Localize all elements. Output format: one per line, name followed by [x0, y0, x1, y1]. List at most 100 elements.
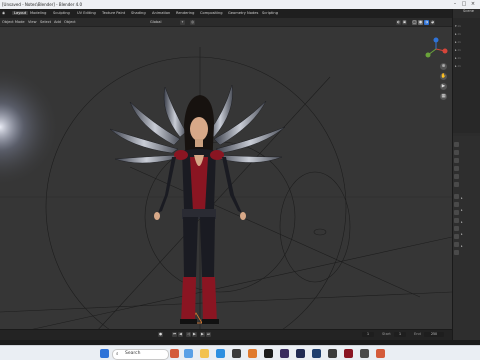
tab-rendering[interactable]: Rendering [176, 11, 194, 15]
play-reverse-icon[interactable]: ◁ [186, 332, 191, 337]
tab-modeling[interactable]: Modeling [30, 11, 46, 15]
outliner-row[interactable]: ▸ ▭ [455, 32, 479, 37]
taskbar-search-placeholder: Search [125, 351, 141, 356]
3d-viewport[interactable]: Select Box Options [0, 27, 452, 332]
properties-row[interactable]: ▸ [461, 208, 479, 213]
jump-end-icon[interactable]: ⏭ [206, 332, 211, 337]
properties-row[interactable]: ▸ [461, 232, 479, 237]
minimize-icon[interactable]: – [452, 1, 458, 7]
overlay-icon[interactable]: ◐ [396, 20, 401, 25]
play-icon[interactable]: ▶ [192, 332, 197, 337]
close-icon[interactable]: × [470, 1, 476, 7]
jump-start-icon[interactable]: ⏮ [172, 332, 177, 337]
outliner-row[interactable]: ▸ ▭ [455, 48, 479, 53]
properties-row[interactable]: ▸ [461, 196, 479, 201]
edge-browser-icon[interactable] [216, 349, 225, 358]
file-explorer-icon[interactable] [200, 349, 209, 358]
outliner-row[interactable]: ▸ ▭ [455, 56, 479, 61]
properties-row[interactable]: ▸ [461, 244, 479, 249]
xray-icon[interactable]: ▣ [402, 20, 407, 25]
tab-scripting[interactable]: Scripting [262, 11, 278, 15]
workspace-tab-bar: ◉ Layout Modeling Sculpting UV Editing T… [0, 9, 452, 18]
viewport-header: Object Mode View Select Add Object Globa… [0, 18, 452, 27]
outliner-row[interactable]: ▸ ▭ [455, 64, 479, 69]
app-icon-4[interactable] [296, 349, 305, 358]
tab-compositing[interactable]: Compositing [200, 11, 223, 15]
pan-hand-icon[interactable]: ✋ [440, 73, 447, 80]
app-icon-1[interactable] [232, 349, 241, 358]
scene-label[interactable]: Scene [463, 9, 474, 13]
blender-taskbar-icon[interactable] [248, 349, 257, 358]
windows-start-icon[interactable] [100, 349, 109, 358]
object-menu[interactable]: Object [64, 20, 76, 24]
texture-properties-icon[interactable] [454, 250, 459, 255]
material-shading-icon[interactable]: ◑ [424, 20, 429, 25]
search-icon: ⌕ [116, 352, 119, 357]
modifier-properties-icon[interactable] [454, 202, 459, 207]
outliner-row[interactable]: ▸ ▭ [455, 40, 479, 45]
blender-logo-icon[interactable]: ◉ [2, 11, 5, 15]
outliner[interactable]: ▾ ▭ ▸ ▭ ▸ ▭ ▸ ▭ ▸ ▭ ▸ ▭ [453, 18, 480, 133]
properties-row[interactable]: ▸ [461, 220, 479, 225]
start-frame-field[interactable]: 1 [394, 332, 406, 337]
data-properties-icon[interactable] [454, 234, 459, 239]
task-view-icon[interactable] [184, 349, 193, 358]
properties-editor[interactable]: ▸ ▸ ▸ ▸ ▸ [453, 136, 480, 340]
physics-properties-icon[interactable] [454, 218, 459, 223]
app-icon-2[interactable] [264, 349, 273, 358]
app-icon-9[interactable] [376, 349, 385, 358]
next-key-icon[interactable]: ▶ [200, 332, 205, 337]
viewport-canvas [0, 27, 452, 332]
navigation-gizmo[interactable] [424, 37, 448, 61]
window-title: [Unsaved - Notes\Blender] - Blender 4.0 [2, 2, 82, 7]
snap-icon[interactable]: ⌖ [180, 20, 185, 25]
weather-icon[interactable] [170, 349, 179, 358]
zoom-icon[interactable]: ⊕ [440, 63, 447, 70]
particles-properties-icon[interactable] [454, 210, 459, 215]
tab-animation[interactable]: Animation [152, 11, 170, 15]
camera-icon[interactable]: ▶ [440, 83, 447, 90]
tab-geometry-nodes[interactable]: Geometry Nodes [228, 11, 258, 15]
render-properties-icon[interactable] [454, 150, 459, 155]
timeline-bar: ● ⏮ ◀ ◁ ▶ ▶ ⏭ 1 Start 1 End 250 [0, 329, 452, 340]
current-frame-field[interactable]: 1 [362, 332, 374, 337]
output-properties-icon[interactable] [454, 158, 459, 163]
taskbar-search-input[interactable]: ⌕ Search [112, 349, 169, 360]
transform-orientation-dropdown[interactable]: Global [150, 20, 161, 24]
solid-shading-icon[interactable]: ● [418, 20, 423, 25]
app-icon-7[interactable] [344, 349, 353, 358]
start-label: Start [382, 332, 391, 336]
object-properties-icon[interactable] [454, 194, 459, 199]
material-properties-icon[interactable] [454, 242, 459, 247]
rendered-shading-icon[interactable]: ◕ [430, 20, 435, 25]
app-icon-6[interactable] [328, 349, 337, 358]
app-icon-8[interactable] [360, 349, 369, 358]
tab-sculpting[interactable]: Sculpting [53, 11, 70, 15]
windows-taskbar: ⌕ Search [0, 345, 480, 360]
app-icon-5[interactable] [312, 349, 321, 358]
light-glow [0, 67, 80, 187]
tab-shading[interactable]: Shading [131, 11, 146, 15]
add-menu[interactable]: Add [54, 20, 61, 24]
outliner-row[interactable]: ▾ ▭ [455, 24, 479, 29]
tab-layout[interactable]: Layout [12, 11, 29, 15]
proportional-edit-icon[interactable]: ◎ [190, 20, 195, 25]
maximize-icon[interactable]: □ [461, 1, 467, 7]
record-icon[interactable]: ● [158, 332, 163, 337]
perspective-grid-icon[interactable]: ▦ [440, 93, 447, 100]
scene-properties-icon[interactable] [454, 174, 459, 179]
end-frame-field[interactable]: 250 [424, 332, 444, 337]
view-layer-properties-icon[interactable] [454, 166, 459, 171]
world-properties-icon[interactable] [454, 182, 459, 187]
view-menu[interactable]: View [28, 20, 37, 24]
mode-dropdown[interactable]: Object Mode [2, 20, 25, 24]
tab-uv-editing[interactable]: UV Editing [77, 11, 96, 15]
tab-texture-paint[interactable]: Texture Paint [102, 11, 125, 15]
window-titlebar: [Unsaved - Notes\Blender] - Blender 4.0 … [0, 0, 480, 9]
constraints-properties-icon[interactable] [454, 226, 459, 231]
tool-properties-icon[interactable] [454, 142, 459, 147]
app-icon-3[interactable] [280, 349, 289, 358]
wireframe-shading-icon[interactable]: ◯ [412, 20, 417, 25]
prev-key-icon[interactable]: ◀ [178, 332, 183, 337]
select-menu[interactable]: Select [40, 20, 51, 24]
